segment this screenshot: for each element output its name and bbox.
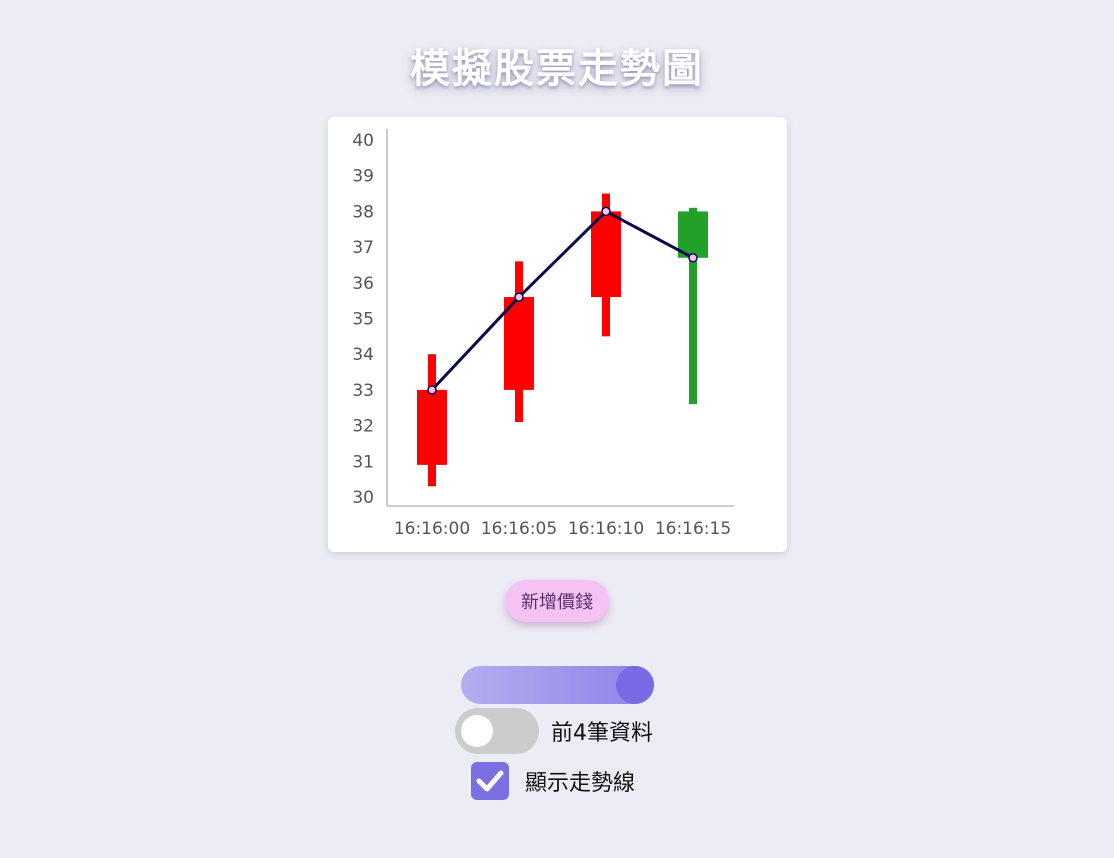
checkbox-label: 顯示走勢線: [525, 771, 636, 796]
x-tick-label: 16:16:10: [568, 519, 644, 539]
first-4-records-toggle[interactable]: [455, 708, 539, 754]
y-tick-label: 39: [352, 167, 374, 187]
candle-body: [591, 211, 621, 298]
y-tick-label: 38: [352, 202, 374, 222]
y-tick-label: 37: [352, 238, 374, 258]
checkbox-row: 顯示走勢線: [471, 762, 635, 800]
slider-thumb[interactable]: [616, 666, 654, 704]
y-tick-label: 36: [352, 274, 374, 294]
y-tick-label: 32: [352, 417, 374, 437]
x-tick-label: 16:16:00: [394, 519, 470, 539]
x-tick-label: 16:16:05: [481, 519, 557, 539]
add-price-button[interactable]: 新增價錢: [505, 580, 609, 622]
y-tick-label: 34: [352, 345, 374, 365]
trend-line: [430, 209, 694, 391]
y-tick-label: 30: [352, 488, 374, 508]
trend-point: [427, 385, 437, 395]
show-trend-line-checkbox[interactable]: [471, 762, 509, 800]
trend-point: [688, 253, 698, 263]
y-tick-label: 35: [352, 310, 374, 330]
y-tick-label: 40: [352, 131, 374, 151]
y-tick-label: 31: [352, 452, 374, 472]
toggle-knob: [461, 715, 493, 747]
toggle-row: 前4筆資料: [455, 708, 653, 754]
candle-body: [504, 297, 534, 390]
trend-point: [514, 292, 524, 302]
x-tick-label: 16:16:15: [655, 519, 731, 539]
range-slider[interactable]: [461, 666, 654, 704]
page-title: 模擬股票走勢圖: [410, 46, 704, 92]
chart-card: 30 31 32 33 34 35 36 37 38 39 40 16:16:00 16:16:05 1…: [328, 117, 787, 552]
checkmark-icon: [476, 770, 504, 792]
toggle-label: 前4筆資料: [551, 721, 653, 746]
stock-chart: 30 31 32 33 34 35 36 37 38 39 40 16:16:00 16:16:05 1…: [352, 129, 734, 539]
y-tick-label: 33: [352, 381, 374, 401]
candle-body: [417, 389, 447, 465]
trend-point: [601, 206, 611, 217]
